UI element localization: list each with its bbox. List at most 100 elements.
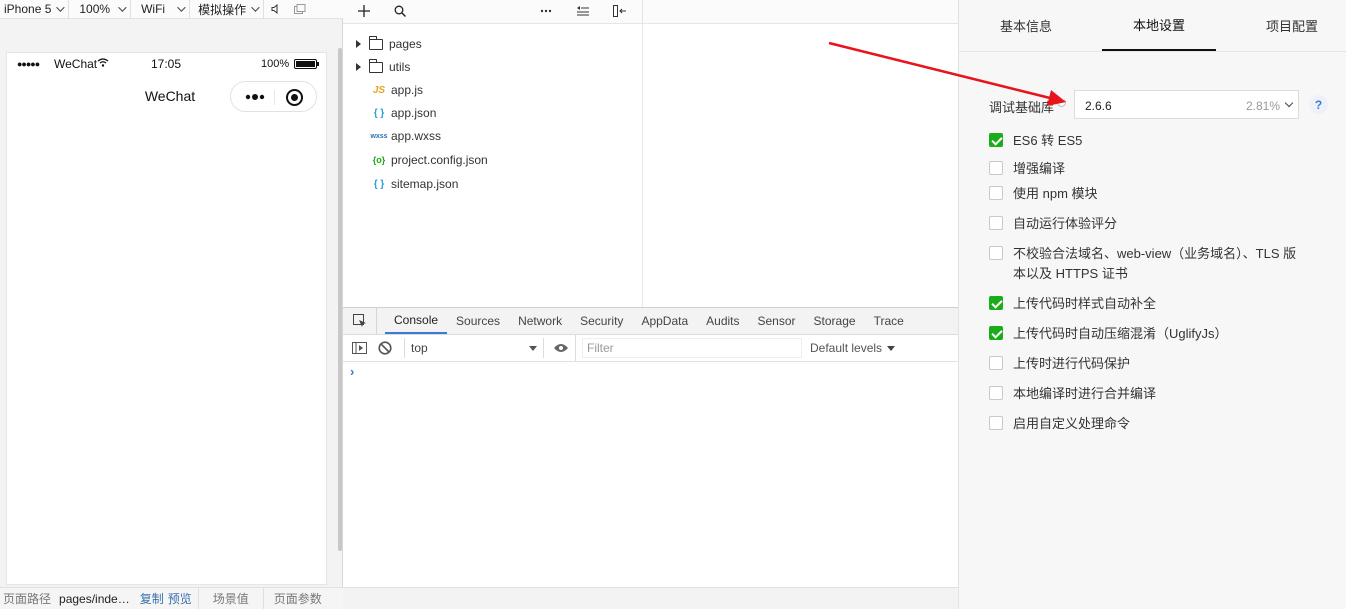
tree-file-app-wxss[interactable]: wxss app.wxss [343, 126, 441, 146]
tab-sources[interactable]: Sources [447, 307, 509, 334]
mute-button[interactable] [264, 0, 288, 19]
add-file-button[interactable] [353, 0, 375, 22]
clear-console-button[interactable] [372, 335, 398, 361]
scene-segment[interactable]: 场景值 [199, 587, 264, 609]
speaker-icon [271, 4, 278, 14]
params-segment[interactable]: 页面参数 [264, 588, 332, 609]
tree-file-sitemap[interactable]: { } sitemap.json [343, 174, 459, 194]
option-merge-compile[interactable]: 本地编译时进行合并编译 [989, 384, 1156, 404]
folder-icon [369, 58, 383, 73]
tree-item-label: project.config.json [391, 153, 488, 167]
tab-console[interactable]: Console [385, 307, 448, 334]
option-code-protect[interactable]: 上传时进行代码保护 [989, 354, 1130, 374]
signal-dots: ●●●●● [17, 59, 40, 69]
option-label: 上传代码时自动压缩混淆（UglifyJs） [1013, 326, 1228, 341]
page-path-segment: 页面路径 pages/inde… 复制 预览 [0, 587, 199, 609]
params-label: 页面参数 [273, 592, 322, 606]
panel-left-icon [613, 5, 626, 17]
checkbox-unchecked[interactable] [989, 386, 1003, 400]
window-button[interactable] [288, 0, 312, 19]
tree-item-label: utils [389, 60, 411, 74]
collapse-button[interactable] [572, 0, 594, 22]
tab-trace[interactable]: Trace [865, 307, 913, 334]
tree-item-label: app.wxss [391, 129, 442, 143]
tree-file-project-config[interactable]: {o} project.config.json [343, 150, 488, 170]
console-output[interactable]: › [343, 362, 958, 587]
battery-percent: 100% [261, 58, 290, 70]
option-uglify[interactable]: 上传代码时自动压缩混淆（UglifyJs） [989, 324, 1228, 344]
more-dots-icon[interactable] [243, 89, 269, 105]
checkbox-checked[interactable] [989, 326, 1003, 340]
caret-right-icon[interactable] [356, 40, 361, 48]
status-bar: ●●●●● WeChat 17:05 100% [7, 53, 326, 75]
log-levels-select[interactable]: Default levels [810, 341, 896, 355]
option-style-autoprefix[interactable]: 上传代码时样式自动补全 [989, 294, 1156, 314]
console-prompt: › [350, 364, 355, 379]
option-enhanced-compile[interactable]: 增强编译 [989, 159, 1065, 179]
checkbox-unchecked[interactable] [989, 161, 1003, 175]
checkbox-unchecked[interactable] [989, 216, 1003, 230]
plus-icon [358, 5, 370, 17]
tab-appdata[interactable]: AppData [632, 307, 697, 334]
page-path-value: pages/inde… [59, 591, 130, 606]
option-npm-modules[interactable]: 使用 npm 模块 [989, 184, 1098, 204]
option-es6-to-es5[interactable]: ES6 转 ES5 [989, 131, 1082, 151]
checkbox-checked[interactable] [989, 133, 1003, 147]
option-auto-audit[interactable]: 自动运行体验评分 [989, 214, 1117, 234]
search-button[interactable] [389, 0, 411, 22]
simulator-scrollbar[interactable] [338, 48, 342, 551]
console-filter-input[interactable]: Filter [582, 338, 802, 358]
base-library-select[interactable]: 2.6.6 2.81% [1074, 90, 1299, 119]
tab-storage[interactable]: Storage [805, 307, 865, 334]
tab-security[interactable]: Security [571, 307, 632, 334]
checkbox-unchecked[interactable] [989, 416, 1003, 430]
tree-item-label: sitemap.json [391, 177, 459, 191]
toggle-editor-button[interactable] [609, 0, 631, 22]
chevron-down-icon [251, 3, 260, 12]
checkbox-unchecked[interactable] [989, 246, 1003, 260]
live-expression-button[interactable] [546, 335, 576, 361]
editor-area[interactable] [644, 24, 958, 307]
tab-audits[interactable]: Audits [697, 307, 748, 334]
option-label: 本地编译时进行合并编译 [1013, 386, 1157, 401]
base-library-version: 2.6.6 [1085, 99, 1112, 113]
tree-folder-utils[interactable]: utils [343, 57, 410, 77]
network-select[interactable]: WiFi [131, 0, 191, 19]
checkbox-unchecked[interactable] [989, 186, 1003, 200]
tab-sensor[interactable]: Sensor [749, 307, 805, 334]
option-label: 上传时进行代码保护 [1013, 356, 1131, 371]
close-target-icon[interactable] [286, 89, 303, 106]
base-library-label: 调试基础库 [989, 100, 1055, 115]
chevron-down-icon [177, 3, 186, 12]
tab-basic-info[interactable]: 基本信息 [969, 0, 1083, 51]
carrier-label: WeChat [54, 57, 98, 71]
tree-file-app-js[interactable]: JS app.js [343, 80, 423, 100]
ellipsis-icon [540, 9, 552, 13]
scene-label: 场景值 [212, 592, 249, 606]
preview-link[interactable]: 预览 [168, 590, 192, 607]
sidebar-toggle-button[interactable] [346, 335, 372, 361]
capsule-divider [274, 90, 275, 105]
chevron-down-icon [1284, 98, 1294, 108]
tree-file-app-json[interactable]: { } app.json [343, 103, 437, 123]
caret-right-icon[interactable] [356, 63, 361, 71]
zoom-select[interactable]: 100% [69, 0, 132, 19]
checkbox-checked[interactable] [989, 296, 1003, 310]
status-bar-bottom [343, 587, 958, 609]
tab-local-settings[interactable]: 本地设置 [1102, 0, 1216, 51]
tab-network[interactable]: Network [509, 307, 571, 334]
checkbox-unchecked[interactable] [989, 356, 1003, 370]
inspect-button[interactable] [343, 307, 377, 334]
file-tree-toolbar-left [343, 0, 643, 24]
option-custom-commands[interactable]: 启用自定义处理命令 [989, 414, 1130, 434]
help-icon[interactable]: ? [1309, 95, 1328, 114]
tree-folder-pages[interactable]: pages [343, 34, 422, 54]
operations-select[interactable]: 模拟操作 [190, 0, 265, 19]
more-button[interactable] [535, 0, 557, 22]
option-skip-domain-check[interactable]: 不校验合法域名、web-view（业务域名）、TLS 版本以及 HTTPS 证书 [989, 244, 1309, 284]
base-library-percent: 2.81% [1245, 99, 1280, 113]
tab-project-config[interactable]: 项目配置 [1235, 0, 1346, 51]
context-select[interactable]: top [404, 338, 544, 358]
device-select[interactable]: iPhone 5 [0, 0, 70, 19]
copy-link[interactable]: 复制 [140, 590, 164, 607]
